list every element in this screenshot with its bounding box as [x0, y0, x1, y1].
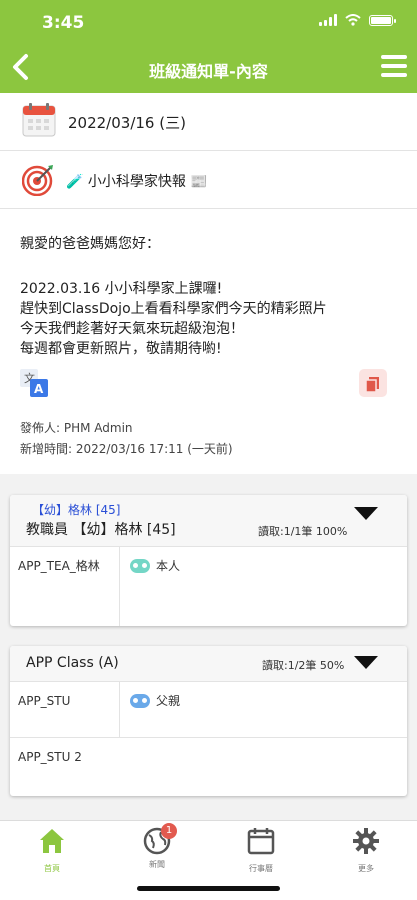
group-name: 教職員 【幼】格林 [45]: [26, 522, 176, 538]
message-line: 今天我們趁著好天氣來玩超級泡泡！: [20, 321, 244, 337]
tab-home[interactable]: 首頁: [12, 827, 92, 874]
message-line: 2022.03.16 小小科學家上課囉!: [20, 281, 223, 297]
calendar-icon: [22, 103, 56, 137]
read-status-card: 【幼】格林 [45] 教職員 【幼】格林 [45] 讀取:1/1筆 100% A…: [10, 495, 407, 626]
notice-date-row: 2022/03/16 (三): [0, 93, 417, 151]
menu-button[interactable]: [381, 55, 407, 77]
added-time: 新增時間: 2022/03/16 17:11 (一天前): [20, 442, 233, 456]
signal-icon: [319, 14, 337, 26]
publisher: 發佈人: PHM Admin: [20, 421, 133, 435]
notice-body: 親愛的爸爸媽媽您好： 2022.03.16 小小科學家上課囉! 趕快到Class…: [0, 209, 417, 474]
collapse-triangle-icon[interactable]: [354, 656, 378, 669]
group-name: APP Class (A): [26, 655, 119, 671]
page-title: 班級通知單-內容: [149, 62, 268, 81]
copy-icon: [365, 377, 379, 393]
notice-title: 🧪 小小科學家快報 📰: [66, 174, 208, 190]
account-cell: APP_STU: [10, 682, 120, 737]
notice-greeting: 親愛的爸爸媽媽您好：: [20, 236, 160, 252]
home-icon: [40, 829, 64, 853]
notice-title-row: 🧪 小小科學家快報 📰: [0, 151, 417, 209]
notice-message: 2022.03.16 小小科學家上課囉! 趕快到ClassDojo上看看科學家們…: [20, 279, 327, 359]
notification-badge: 1: [161, 823, 177, 839]
reader-label: 本人: [156, 559, 181, 573]
svg-text:A: A: [34, 382, 44, 396]
calendar-icon: [247, 828, 275, 855]
translate-icon[interactable]: 文 A: [20, 369, 48, 397]
collapse-triangle-icon[interactable]: [354, 507, 378, 520]
tab-label: 更多: [358, 864, 374, 873]
battery-icon: [369, 14, 396, 26]
message-line: 趕快到ClassDojo上看看科學家們今天的精彩照片: [20, 301, 327, 317]
card-header[interactable]: APP Class (A) 讀取:1/2筆 50%: [10, 646, 407, 682]
class-tag: 【幼】格林 [45]: [32, 503, 121, 517]
tab-label: 行事曆: [249, 864, 273, 873]
reader-label: 父親: [156, 694, 181, 708]
globe-icon: 1: [143, 823, 177, 855]
read-status-card: APP Class (A) 讀取:1/2筆 50% APP_STU 父親 APP…: [10, 646, 407, 796]
wifi-icon: [345, 14, 361, 26]
account-cell: APP_TEA_格林: [10, 547, 120, 626]
tab-calendar[interactable]: 行事曆: [221, 827, 301, 874]
read-count: 讀取:1/1筆 100%: [258, 525, 348, 538]
notice-date: 2022/03/16 (三): [68, 114, 186, 132]
copy-button[interactable]: [359, 369, 387, 397]
reader-cell: 本人: [120, 547, 407, 626]
tab-label: 新聞: [149, 860, 165, 869]
table-row: APP_STU 父親: [10, 682, 407, 738]
reader-cell: [120, 738, 407, 795]
reader-cell: 父親: [120, 682, 407, 737]
table-row: APP_STU 2: [10, 738, 407, 795]
table-row: APP_TEA_格林 本人: [10, 547, 407, 626]
status-time: 3:45: [42, 13, 85, 33]
message-line: 每週都會更新照片，敬請期待喲!: [20, 341, 222, 357]
read-count: 讀取:1/2筆 50%: [262, 659, 345, 672]
card-header[interactable]: 【幼】格林 [45] 教職員 【幼】格林 [45] 讀取:1/1筆 100%: [10, 495, 407, 547]
top-bar: 3:45 班級通知單-內容: [0, 0, 417, 93]
tab-news[interactable]: 1 新聞: [117, 823, 197, 870]
status-icons: [319, 14, 396, 26]
tab-label: 首頁: [44, 864, 60, 873]
gear-icon: [353, 828, 379, 854]
target-icon: [22, 165, 53, 196]
account-cell: APP_STU 2: [18, 750, 82, 764]
avatar-icon: [130, 694, 150, 708]
avatar-icon: [130, 559, 150, 573]
home-indicator: [137, 886, 280, 891]
tab-more[interactable]: 更多: [326, 827, 406, 874]
